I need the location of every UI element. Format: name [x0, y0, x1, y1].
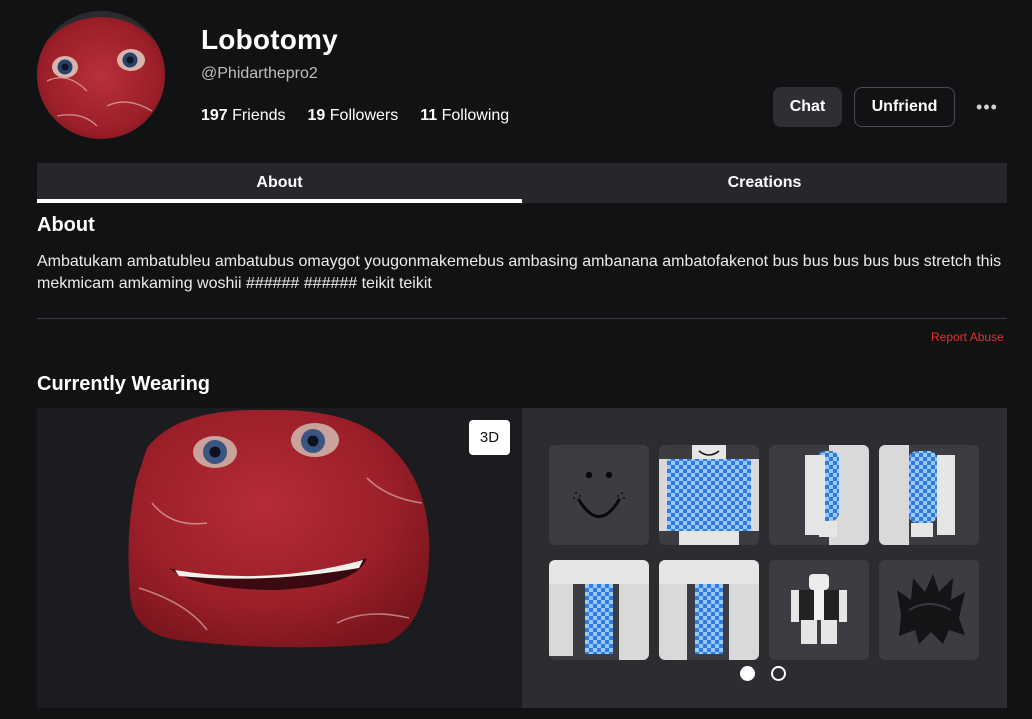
unfriend-button[interactable]: Unfriend [854, 87, 955, 127]
tuxedo-outfit-icon [791, 574, 847, 644]
worn-item-right-arm[interactable] [769, 445, 869, 545]
following-count: 11 [420, 107, 438, 124]
more-options-icon[interactable]: ••• [975, 96, 999, 118]
followers-count: 19 [307, 107, 326, 124]
friends-count: 197 [201, 107, 228, 124]
carousel-dot-1[interactable] [740, 666, 755, 681]
tab-creations[interactable]: Creations [522, 163, 1007, 203]
toggle-3d-button[interactable]: 3D [469, 420, 510, 455]
section-divider [37, 318, 1007, 319]
followers-label: Followers [329, 107, 399, 124]
checkered-shirt-icon [659, 445, 759, 545]
avatar-image [37, 11, 165, 139]
about-heading: About [37, 214, 95, 236]
smiley-face-icon [573, 471, 625, 518]
following-stat[interactable]: 11 Following [420, 107, 509, 125]
left-arm-sleeve-icon [879, 445, 955, 545]
worn-item-left-leg[interactable] [659, 560, 759, 660]
followers-stat[interactable]: 19 Followers [308, 107, 399, 125]
carousel-dot-2[interactable] [771, 666, 786, 681]
right-arm-sleeve-icon [805, 445, 869, 545]
currently-wearing-heading: Currently Wearing [37, 373, 210, 395]
worn-item-outfit[interactable] [769, 560, 869, 660]
avatar-render-image [128, 409, 430, 648]
display-name: Lobotomy [201, 24, 338, 55]
friends-stat[interactable]: 197 Friends [201, 107, 286, 125]
worn-item-shirt[interactable] [659, 445, 759, 545]
profile-avatar[interactable] [37, 11, 165, 139]
report-abuse-link[interactable]: Report Abuse [931, 330, 1004, 344]
right-leg-pants-icon [549, 560, 649, 660]
black-spiky-hair-icon [897, 574, 965, 644]
worn-item-left-arm[interactable] [879, 445, 979, 545]
profile-tabs: About Creations [37, 163, 1007, 203]
worn-item-smiley-face[interactable] [549, 445, 649, 545]
left-leg-pants-icon [659, 560, 759, 660]
worn-item-hair[interactable] [879, 560, 979, 660]
profile-stats: 197 Friends 19 Followers 11 Following [201, 107, 509, 125]
username: @Phidarthepro2 [201, 65, 318, 82]
tab-about[interactable]: About [37, 163, 522, 203]
chat-button[interactable]: Chat [773, 87, 842, 127]
about-description: Ambatukam ambatubleu ambatubus omaygot y… [37, 253, 1002, 292]
avatar-preview[interactable] [37, 408, 522, 708]
worn-item-right-leg[interactable] [549, 560, 649, 660]
friends-label: Friends [232, 107, 286, 124]
following-label: Following [441, 107, 510, 124]
